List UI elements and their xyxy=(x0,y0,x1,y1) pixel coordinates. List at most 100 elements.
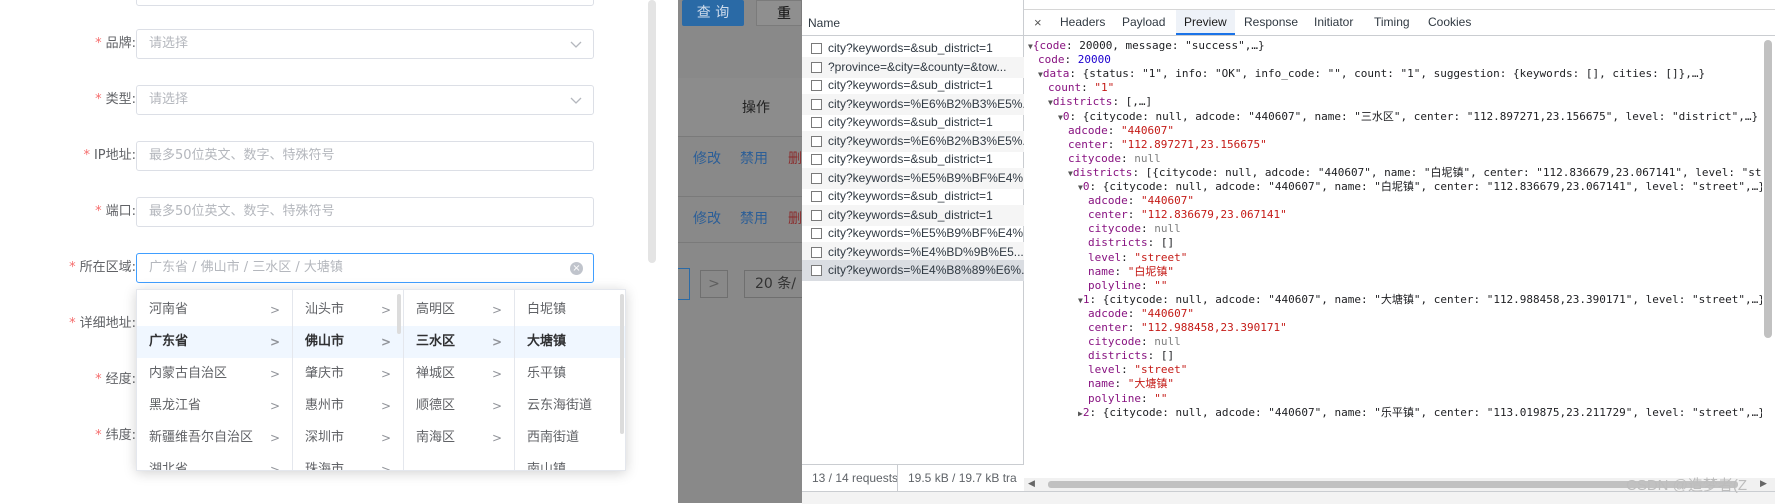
request-name: city?keywords=%E4%B8%89%E6%... xyxy=(828,263,1024,277)
detail-tabbar: × Headers Payload Preview Response Initi… xyxy=(1024,10,1775,36)
address-label: 详细地址: xyxy=(79,316,136,331)
table-header-bg xyxy=(678,78,802,136)
chevron-right-icon: > xyxy=(380,463,391,470)
tab-headers[interactable]: Headers xyxy=(1060,10,1105,35)
chevron-right-icon: > xyxy=(491,303,502,317)
checkbox-icon[interactable] xyxy=(811,98,822,110)
chevron-right-icon: > xyxy=(380,399,391,413)
brand-label: 品牌: xyxy=(105,36,136,51)
region-cascader-input[interactable]: 广东省 / 佛山市 / 三水区 / 大塘镇 × xyxy=(136,253,594,283)
name-column-header[interactable]: Name xyxy=(802,10,1024,36)
cascader-item-active[interactable]: 大塘镇 xyxy=(515,326,625,358)
table-row: 修改 禁用 删 xyxy=(678,148,802,168)
cascader-scrollbar[interactable] xyxy=(620,294,624,434)
checkbox-icon[interactable] xyxy=(811,246,822,258)
cascader-item[interactable]: 内蒙古自治区 > xyxy=(137,358,292,390)
port-input[interactable]: 最多50位英文、数字、特殊符号 xyxy=(136,197,594,227)
delete-link[interactable]: 删 xyxy=(788,148,802,168)
edit-link[interactable]: 修改 xyxy=(693,148,721,168)
edit-link[interactable]: 修改 xyxy=(693,208,721,228)
divider xyxy=(678,196,802,197)
clear-icon[interactable]: × xyxy=(570,262,583,275)
cascader-item[interactable]: 禅城区 > xyxy=(404,358,514,390)
divider xyxy=(897,465,898,491)
chevron-down-icon xyxy=(570,97,582,104)
cascader-item[interactable]: 南海区 > xyxy=(404,422,514,454)
chevron-right-icon: > xyxy=(491,399,502,413)
cascader-scrollbar[interactable] xyxy=(397,294,401,334)
brand-select[interactable]: 请选择 xyxy=(136,29,594,59)
cascader-item[interactable]: 黑龙江省 > xyxy=(137,390,292,422)
type-label: 类型: xyxy=(105,92,136,107)
ip-input[interactable]: 最多50位英文、数字、特殊符号 xyxy=(136,141,594,171)
cascader-item[interactable]: 湖北省 > xyxy=(137,454,292,470)
disable-link[interactable]: 禁用 xyxy=(740,208,768,228)
reset-button[interactable]: 重 xyxy=(756,0,802,26)
cascader-item[interactable]: 肇庆市 > xyxy=(293,358,403,390)
scroll-right-icon[interactable]: ▶ xyxy=(1760,478,1767,491)
cascader-item[interactable]: 新疆维吾尔自治区 > xyxy=(137,422,292,454)
json-line[interactable]: ▼data: {status: "1", info: "OK", info_co… xyxy=(1038,66,1705,82)
cascader-column-city: 汕头市 > 佛山市 > 肇庆市 > 惠州市 > 深圳市 > 珠海市 > xyxy=(293,290,404,470)
checkbox-icon[interactable] xyxy=(811,135,822,147)
region-placeholder: 广东省 / 佛山市 / 三水区 / 大塘镇 xyxy=(149,260,343,275)
disable-link[interactable]: 禁用 xyxy=(740,148,768,168)
region-label: 所在区域: xyxy=(79,260,136,275)
port-label: 端口: xyxy=(105,204,136,219)
checkbox-icon[interactable] xyxy=(811,61,822,73)
cascader-item[interactable]: 深圳市 > xyxy=(293,422,403,454)
checkbox-icon[interactable] xyxy=(811,117,822,128)
chevron-right-icon: > xyxy=(380,335,391,349)
checkbox-icon[interactable] xyxy=(811,228,822,239)
cascader-item[interactable]: 白坭镇 xyxy=(515,294,625,326)
tab-response[interactable]: Response xyxy=(1244,10,1298,35)
cascader-item[interactable]: 西南街道 xyxy=(515,422,625,454)
checkbox-icon[interactable] xyxy=(811,172,822,184)
pager-current[interactable] xyxy=(678,268,690,300)
request-row[interactable]: city?keywords=%E4%B8%89%E6%... xyxy=(802,260,1024,281)
checkbox-icon[interactable] xyxy=(811,191,822,202)
cascader-item[interactable]: 珠海市 > xyxy=(293,454,403,470)
preview-vertical-scrollbar[interactable] xyxy=(1764,40,1772,338)
query-button[interactable]: 查 询 xyxy=(682,0,744,26)
cascader-item[interactable]: 南山镇 xyxy=(515,454,625,470)
cascader-item[interactable]: 高明区 > xyxy=(404,294,514,326)
cascader-item-active[interactable]: 广东省 > xyxy=(137,326,292,358)
tab-payload[interactable]: Payload xyxy=(1122,10,1165,35)
tab-initiator[interactable]: Initiator xyxy=(1314,10,1353,35)
chevron-right-icon: > xyxy=(269,367,280,381)
tab-preview[interactable]: Preview xyxy=(1176,10,1235,35)
page-size-select[interactable]: 20 条/ xyxy=(744,270,802,298)
json-line[interactable]: ▶2: {citycode: null, adcode: "440607", n… xyxy=(1078,405,1762,421)
divider xyxy=(678,242,802,243)
checkbox-icon[interactable] xyxy=(811,209,822,221)
partial-input-top[interactable] xyxy=(136,0,594,6)
cascader-item-active[interactable]: 三水区 > xyxy=(404,326,514,358)
type-select[interactable]: 请选择 xyxy=(136,85,594,115)
cascader-item[interactable]: 乐平镇 xyxy=(515,358,625,390)
region-cascader-dropdown: 河南省 > 广东省 > 内蒙古自治区 > 黑龙江省 > 新疆维吾尔自治区 > 湖北省 > 汕… xyxy=(136,289,626,471)
tab-cookies[interactable]: Cookies xyxy=(1428,10,1471,35)
scroll-left-icon[interactable]: ◀ xyxy=(1028,478,1035,491)
field-region: * 所在区域: 广东省 / 佛山市 / 三水区 / 大塘镇 × xyxy=(0,253,600,283)
form-scrollbar[interactable] xyxy=(648,0,656,263)
form-pane: * 品牌: 请选择 * 类型: 请选择 * IP地址: 最多50位英文、数字、特殊符号… xyxy=(0,0,678,503)
pager-next-button[interactable]: > xyxy=(700,270,728,298)
checkbox-icon[interactable] xyxy=(811,265,822,276)
checkbox-icon[interactable] xyxy=(811,43,822,54)
network-status-bar: 13 / 14 requests 19.5 kB / 19.7 kB tra xyxy=(802,464,1024,491)
cascader-item-active[interactable]: 佛山市 > xyxy=(293,326,403,358)
cascader-item[interactable]: 顺德区 > xyxy=(404,390,514,422)
chevron-right-icon: > xyxy=(269,463,280,470)
cascader-column-district: 高明区 > 三水区 > 禅城区 > 顺德区 > 南海区 > xyxy=(404,290,515,470)
cascader-item[interactable]: 云东海街道 xyxy=(515,390,625,422)
close-icon[interactable]: × xyxy=(1034,10,1042,35)
delete-link[interactable]: 删 xyxy=(788,208,802,228)
checkbox-icon[interactable] xyxy=(811,154,822,165)
brand-placeholder: 请选择 xyxy=(149,36,189,51)
cascader-item[interactable]: 河南省 > xyxy=(137,294,292,326)
tab-timing[interactable]: Timing xyxy=(1374,10,1410,35)
cascader-item[interactable]: 汕头市 > xyxy=(293,294,403,326)
checkbox-icon[interactable] xyxy=(811,80,822,91)
cascader-item[interactable]: 惠州市 > xyxy=(293,390,403,422)
